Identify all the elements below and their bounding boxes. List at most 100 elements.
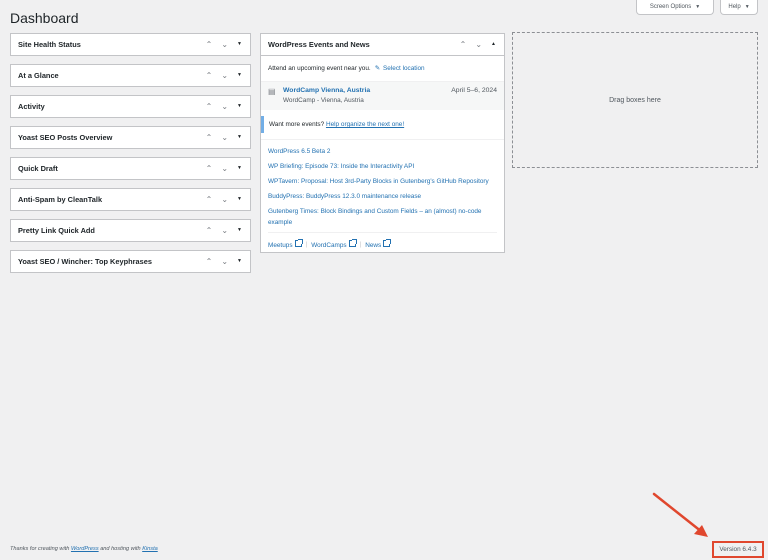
separator: | — [305, 241, 308, 248]
toggle-triangle-icon[interactable]: ▼ — [237, 73, 242, 78]
chevron-down-icon[interactable]: ⌄ — [221, 133, 228, 142]
chevron-down-icon[interactable]: ⌄ — [221, 164, 228, 173]
news-link[interactable]: WPTavern: Proposal: Host 3rd-Party Block… — [268, 176, 497, 187]
postbox-title: Pretty Link Quick Add — [18, 226, 95, 235]
select-location-label: Select location — [383, 64, 425, 72]
news-link[interactable]: WP Briefing: Episode 73: Inside the Inte… — [268, 161, 497, 172]
wordcamps-label: WordCamps — [311, 242, 347, 249]
footer-thanks-middle: and hosting with — [100, 546, 141, 552]
chevron-up-icon[interactable]: ⌃ — [206, 257, 213, 266]
postbox-title: At a Glance — [18, 71, 59, 80]
chevron-down-icon[interactable]: ⌄ — [221, 257, 228, 266]
news-label: News — [365, 242, 382, 249]
caret-down-icon: ▼ — [744, 4, 750, 10]
toggle-triangle-icon[interactable]: ▼ — [237, 42, 242, 47]
events-footer: Meetups | WordCamps | News — [268, 232, 497, 249]
postbox-quick-draft[interactable]: Quick Draft ⌃ ⌄ ▼ — [10, 157, 251, 180]
handle-actions: ⌃ ⌄ ▼ — [206, 133, 242, 142]
attend-row: Attend an upcoming event near you. ✎ Sel… — [261, 56, 504, 73]
chevron-down-icon[interactable]: ⌄ — [221, 71, 228, 80]
chevron-up-icon[interactable]: ⌃ — [206, 71, 213, 80]
annotation-arrow-icon — [652, 492, 708, 537]
handle-actions: ⌃ ⌄ ▼ — [206, 102, 242, 111]
handle-actions: ⌃ ⌄ ▼ — [206, 195, 242, 204]
event-name-link[interactable]: WordCamp Vienna, Austria — [283, 87, 451, 94]
postbox-yoast-posts-overview[interactable]: Yoast SEO Posts Overview ⌃ ⌄ ▼ — [10, 126, 251, 149]
page-title: Dashboard — [10, 10, 79, 26]
postbox-pretty-link[interactable]: Pretty Link Quick Add ⌃ ⌄ ▼ — [10, 219, 251, 242]
news-list: WordPress 6.5 Beta 2 WP Briefing: Episod… — [261, 139, 504, 228]
event-item: ▤ WordCamp Vienna, Austria WordCamp - Vi… — [261, 81, 504, 110]
chevron-up-icon[interactable]: ⌃ — [206, 102, 213, 111]
meetups-link[interactable]: Meetups — [268, 239, 303, 249]
toggle-triangle-icon[interactable]: ▼ — [237, 104, 242, 109]
postbox-anti-spam[interactable]: Anti-Spam by CleanTalk ⌃ ⌄ ▼ — [10, 188, 251, 211]
more-events-text: Want more events? — [269, 121, 325, 128]
postbox-title: WordPress Events and News — [268, 40, 370, 49]
chevron-down-icon[interactable]: ⌄ — [221, 102, 228, 111]
postbox-title: Quick Draft — [18, 164, 58, 173]
events-header[interactable]: WordPress Events and News ⌃ ⌄ ▲ — [261, 34, 504, 56]
external-link-icon — [348, 239, 357, 247]
postbox-title: Site Health Status — [18, 40, 81, 49]
caret-down-icon: ▼ — [695, 4, 701, 10]
postbox-events-and-news: WordPress Events and News ⌃ ⌄ ▲ Attend an … — [260, 33, 505, 253]
handle-actions: ⌃ ⌄ ▲ — [460, 40, 496, 49]
chevron-down-icon[interactable]: ⌄ — [221, 226, 228, 235]
help-label: Help — [728, 4, 741, 10]
chevron-up-icon[interactable]: ⌃ — [206, 226, 213, 235]
drop-zone-label: Drag boxes here — [609, 96, 661, 104]
wordcamps-link[interactable]: WordCamps — [311, 239, 357, 249]
version-number: Version 6.4.3 — [712, 541, 764, 558]
postbox-at-a-glance[interactable]: At a Glance ⌃ ⌄ ▼ — [10, 64, 251, 87]
select-location-link[interactable]: ✎ Select location — [374, 64, 425, 73]
handle-actions: ⌃ ⌄ ▼ — [206, 71, 242, 80]
postbox-activity[interactable]: Activity ⌃ ⌄ ▼ — [10, 95, 251, 118]
location-icon: ✎ — [374, 65, 381, 72]
event-info: WordCamp Vienna, Austria WordCamp - Vien… — [283, 87, 451, 104]
news-link[interactable]: BuddyPress: BuddyPress 12.3.0 maintenanc… — [268, 191, 497, 202]
news-footer-link[interactable]: News — [365, 239, 392, 249]
meetups-label: Meetups — [268, 242, 293, 249]
chevron-up-icon[interactable]: ⌃ — [206, 164, 213, 173]
chevron-up-icon[interactable]: ⌃ — [206, 195, 213, 204]
postbox-title: Yoast SEO Posts Overview — [18, 133, 113, 142]
kinsta-link[interactable]: Kinsta — [142, 546, 158, 552]
help-button[interactable]: Help ▼ — [720, 0, 758, 15]
postbox-site-health[interactable]: Site Health Status ⌃ ⌄ ▼ — [10, 33, 251, 56]
screen-options-button[interactable]: Screen Options ▼ — [636, 0, 714, 15]
handle-actions: ⌃ ⌄ ▼ — [206, 257, 242, 266]
more-events-notice: Want more events? Help organize the next… — [261, 116, 504, 133]
toggle-triangle-up-icon[interactable]: ▲ — [491, 42, 496, 47]
footer-thanks: Thanks for creating with WordPress and h… — [10, 546, 158, 552]
postbox-title: Yoast SEO / Wincher: Top Keyphrases — [18, 257, 152, 266]
event-date: April 5–6, 2024 — [451, 87, 497, 94]
news-link[interactable]: WordPress 6.5 Beta 2 — [268, 146, 497, 157]
handle-actions: ⌃ ⌄ ▼ — [206, 226, 242, 235]
chevron-up-icon[interactable]: ⌃ — [206, 40, 213, 49]
attend-text: Attend an upcoming event near you. — [268, 64, 371, 72]
postbox-yoast-wincher[interactable]: Yoast SEO / Wincher: Top Keyphrases ⌃ ⌄ ▼ — [10, 250, 251, 273]
chevron-up-icon[interactable]: ⌃ — [460, 40, 467, 49]
toggle-triangle-icon[interactable]: ▼ — [237, 135, 242, 140]
chevron-up-icon[interactable]: ⌃ — [206, 133, 213, 142]
external-link-icon — [294, 239, 303, 247]
handle-actions: ⌃ ⌄ ▼ — [206, 164, 242, 173]
footer-thanks-prefix: Thanks for creating with — [10, 546, 70, 552]
postbox-title: Activity — [18, 102, 45, 111]
handle-actions: ⌃ ⌄ ▼ — [206, 40, 242, 49]
chevron-down-icon[interactable]: ⌄ — [221, 40, 228, 49]
toggle-triangle-icon[interactable]: ▼ — [237, 197, 242, 202]
chevron-down-icon[interactable]: ⌄ — [221, 195, 228, 204]
news-link[interactable]: Gutenberg Times: Block Bindings and Cust… — [268, 206, 497, 228]
chevron-down-icon[interactable]: ⌄ — [475, 40, 482, 49]
screen-options-label: Screen Options — [649, 4, 692, 10]
external-link-icon — [383, 239, 392, 247]
drag-drop-zone[interactable]: Drag boxes here — [512, 32, 758, 168]
toggle-triangle-icon[interactable]: ▼ — [237, 228, 242, 233]
toggle-triangle-icon[interactable]: ▼ — [237, 166, 242, 171]
wordpress-link[interactable]: WordPress — [71, 546, 99, 552]
toggle-triangle-icon[interactable]: ▼ — [237, 259, 242, 264]
organize-event-link[interactable]: Help organize the next one! — [326, 121, 404, 128]
screen-meta-links: Screen Options ▼ Help ▼ — [636, 0, 758, 15]
